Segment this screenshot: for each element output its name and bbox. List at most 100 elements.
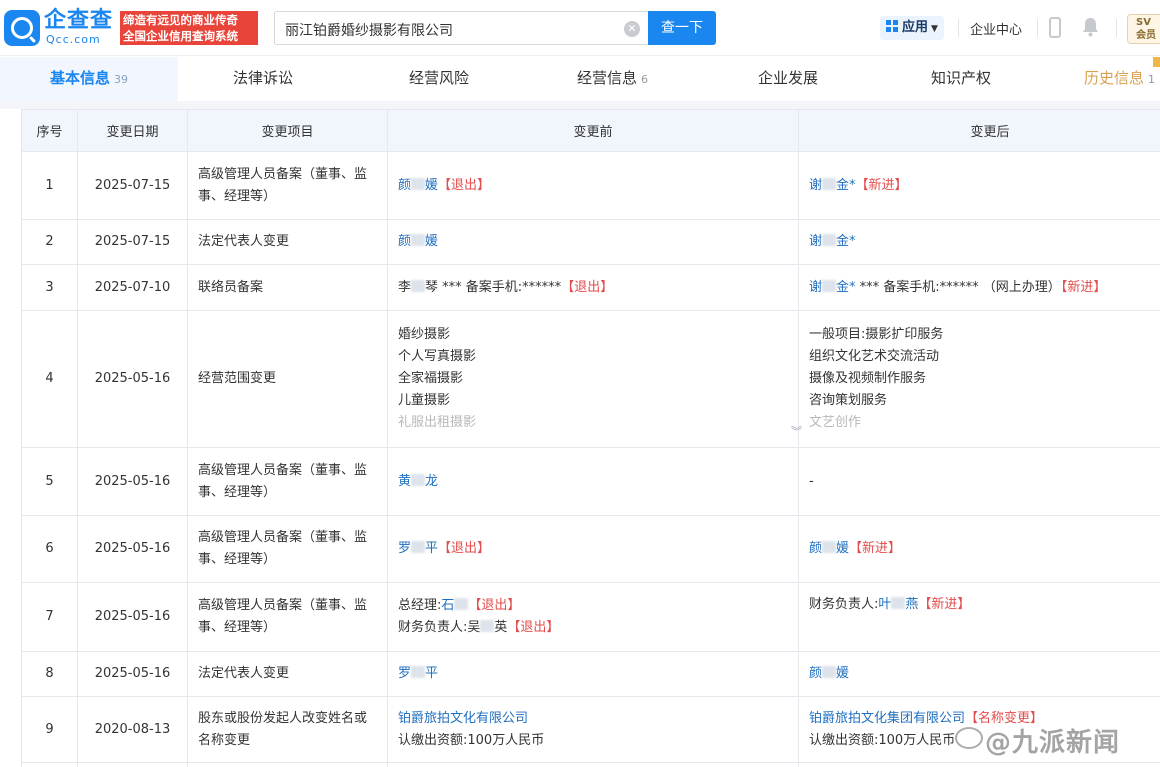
tab-development[interactable]: 企业发展 xyxy=(758,57,818,101)
table-row: 6 2025-05-16 高级管理人员备案（董事、监事、经理等） 罗平【退出】 … xyxy=(21,515,1160,583)
tab-business-risk[interactable]: 经营风险 xyxy=(409,57,469,101)
weibo-icon xyxy=(955,727,983,749)
search-input[interactable]: 丽江铂爵婚纱摄影有限公司 ✕ xyxy=(274,11,650,45)
divider xyxy=(1116,19,1117,37)
tab-legal[interactable]: 法律诉讼 xyxy=(233,57,293,101)
bell-icon[interactable] xyxy=(1082,17,1099,37)
tab-history[interactable]: 历史信息 1 xyxy=(1084,57,1155,101)
enterprise-center-link[interactable]: 企业中心 xyxy=(970,19,1022,38)
name-part: 琴 xyxy=(425,279,439,295)
tab-ip[interactable]: 知识产权 xyxy=(931,57,991,101)
company-link[interactable]: 铂爵旅拍文化集团有限公司 xyxy=(809,711,965,726)
col-header-item: 变更项目 xyxy=(187,109,388,152)
row-number: 3 xyxy=(21,264,78,311)
name-part: 金* xyxy=(836,177,856,193)
name-part: 谢 xyxy=(809,177,823,193)
row-after: - xyxy=(798,447,1160,516)
name-part: 颜 xyxy=(809,666,823,681)
row-date: 2025-05-16 xyxy=(77,447,188,516)
redaction-mask xyxy=(822,541,837,553)
name-part: 叶 xyxy=(878,597,892,612)
officer-line: 总经理:石 【退出】 xyxy=(398,595,788,617)
row-item: 高级管理人员备案（董事、监事、经理等） xyxy=(187,447,388,516)
grid-icon xyxy=(886,20,898,32)
person-link[interactable]: 谢金* xyxy=(809,234,856,249)
name-part: 石 xyxy=(441,598,455,613)
name-part: 媛 xyxy=(425,177,439,193)
search-button[interactable]: 查一下 xyxy=(648,11,716,45)
person-link[interactable]: 黄龙 xyxy=(398,473,438,489)
redaction-mask xyxy=(822,279,837,292)
row-item: 高级管理人员备案（董事、监事、经理等） xyxy=(187,151,388,220)
row-after: 颜媛【新进】 xyxy=(798,515,1160,583)
tab-basic-info[interactable]: 基本信息 39 xyxy=(0,57,178,101)
redaction-mask xyxy=(822,666,837,678)
mobile-phone-icon[interactable] xyxy=(1049,17,1061,38)
person-link[interactable]: 叶燕 xyxy=(878,597,918,612)
row-date: 2025-05-16 xyxy=(77,310,188,448)
person-link[interactable]: 颜媛 xyxy=(809,541,849,556)
name-part: 英 xyxy=(494,620,508,635)
name-part: 罗 xyxy=(398,541,412,556)
scope-line: 礼服出租摄影 xyxy=(398,415,477,430)
new-tag: 【新进】 xyxy=(855,177,908,193)
person-link[interactable]: 颜媛 xyxy=(398,234,438,249)
redaction-mask xyxy=(454,598,469,610)
row-date: 2020-08-13 xyxy=(77,696,188,763)
logo-text[interactable]: 企查查 xyxy=(44,8,113,34)
redaction-mask xyxy=(411,473,426,486)
person-link[interactable]: 颜媛 xyxy=(398,177,439,193)
person-link[interactable]: 颜媛 xyxy=(809,666,849,681)
new-tag: 【新进】 xyxy=(918,597,971,612)
name-part: 李 xyxy=(398,279,412,295)
officer-line: 财务负责人:吴 英【退出】 xyxy=(398,617,788,639)
tab-label: 经营风险 xyxy=(409,69,470,87)
search-input-value[interactable]: 丽江铂爵婚纱摄影有限公司 xyxy=(285,20,453,40)
clear-icon[interactable]: ✕ xyxy=(624,21,640,37)
person-link[interactable]: 谢金* xyxy=(809,177,856,193)
company-link[interactable]: 铂爵旅拍文化有限公司 xyxy=(398,708,788,730)
table-row: 8 2025-05-16 法定代表人变更 罗平 颜媛 xyxy=(21,651,1160,697)
tab-label: 基本信息 xyxy=(50,69,111,87)
table-header-row: 序号 变更日期 变更项目 变更前 变更后 xyxy=(21,109,1160,152)
table-row: 7 2025-05-16 高级管理人员备案（董事、监事、经理等） 总经理:石 【退… xyxy=(21,582,1160,652)
tab-count: 1 xyxy=(1148,73,1156,86)
name-part: 黄 xyxy=(398,473,412,489)
row-after: 财务负责人:叶 燕【新进】 xyxy=(798,582,1160,652)
row-date: 2025-05-16 xyxy=(77,651,188,697)
qcc-logo-icon[interactable] xyxy=(4,10,40,46)
person-link[interactable]: 罗平 xyxy=(398,666,438,681)
name-part: 平 xyxy=(425,666,439,681)
watermark: @九派新闻 xyxy=(955,722,1120,759)
row-after: 一般项目:摄影扩印服务 组织文化艺术交流活动 摄像及视频制作服务 咨询策划服务 … xyxy=(798,310,1160,448)
contact-detail: *** 备案手机:****** （网上办理） xyxy=(855,279,1061,295)
name-part: 媛 xyxy=(836,666,850,681)
vip-badge[interactable]: SV 会员 xyxy=(1127,14,1160,44)
table-row: 4 2025-05-16 经营范围变更 婚纱摄影 个人写真摄影 全家福摄影 儿童… xyxy=(21,310,1160,448)
exit-tag: 【退出】 xyxy=(438,177,491,193)
person-link[interactable]: 谢金* xyxy=(809,279,856,295)
tab-label: 经营信息 xyxy=(577,69,638,87)
empty-value: - xyxy=(809,473,814,489)
app-menu-button[interactable]: 应用 ▼ xyxy=(880,16,944,40)
row-number: 4 xyxy=(21,310,78,448)
row-number: 6 xyxy=(21,515,78,583)
person-link[interactable]: 石 xyxy=(441,598,469,613)
name-part: 颜 xyxy=(809,541,823,556)
caret-down-icon: ▼ xyxy=(931,24,938,34)
row-item: 经营范围变更 xyxy=(187,310,388,448)
divider xyxy=(1037,19,1038,37)
scope-line: 个人写真摄影 xyxy=(398,349,477,364)
person-link[interactable]: 罗平 xyxy=(398,541,438,556)
expand-chevron-icon[interactable]: ︾ xyxy=(791,426,802,437)
tab-business-info[interactable]: 经营信息 6 xyxy=(577,57,648,101)
app-menu-label: 应用 xyxy=(902,20,929,35)
name-part: 金* xyxy=(836,234,856,249)
row-date: 2025-07-10 xyxy=(77,264,188,311)
history-badge-icon xyxy=(1153,57,1160,67)
row-after: 谢金* xyxy=(798,219,1160,265)
row-number: 5 xyxy=(21,447,78,516)
row-before: 颜媛 xyxy=(387,219,799,265)
row-item: 法定代表人变更 xyxy=(187,219,388,265)
table-row: 1 2025-07-15 高级管理人员备案（董事、监事、经理等） 颜媛【退出】 … xyxy=(21,151,1160,220)
